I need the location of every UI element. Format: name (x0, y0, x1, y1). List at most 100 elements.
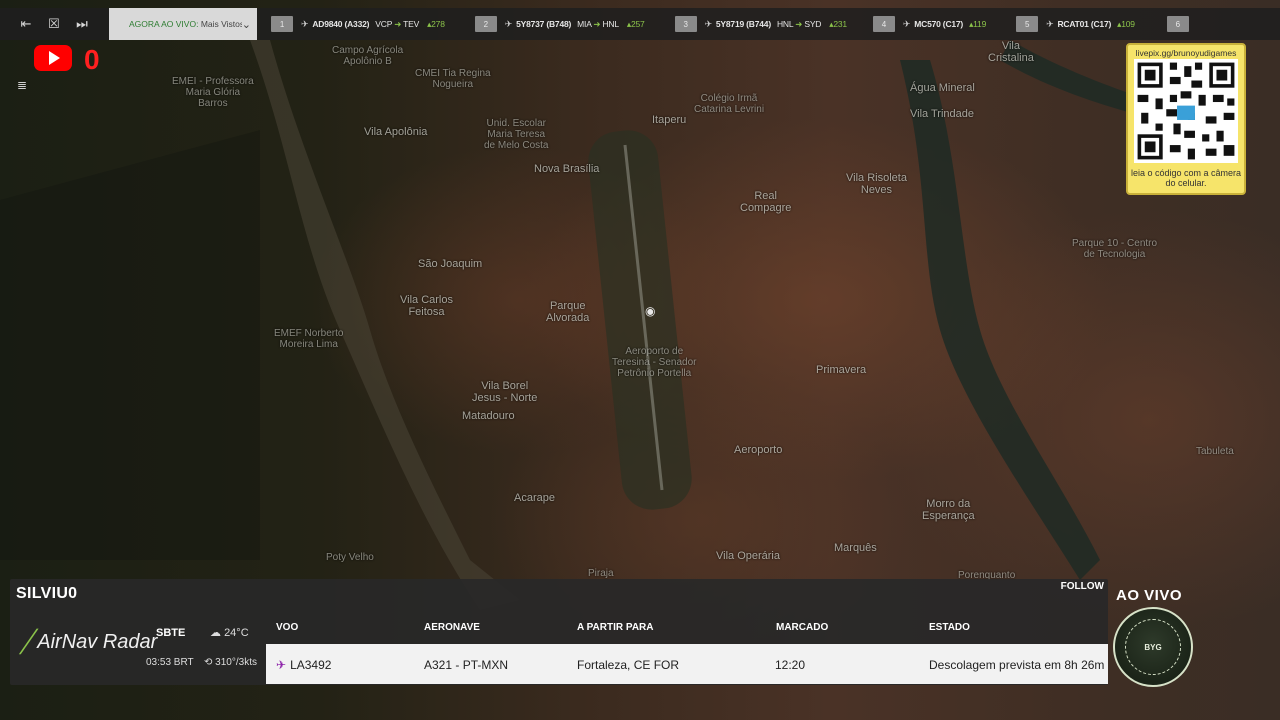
header-flight: VOO (276, 622, 299, 633)
location-pin-icon[interactable]: ◉ (645, 305, 655, 317)
flight-speed: ▴231 (829, 18, 847, 29)
header-aircraft: AERONAVE (424, 622, 480, 633)
map-label: Vila Carlos Feitosa (400, 294, 453, 319)
flight-icon: ✈ (301, 18, 309, 29)
map-label: EMEF Norberto Moreira Lima (274, 328, 344, 350)
scheduled-cell: 12:20 (775, 658, 806, 672)
map-label: Aeroporto de Teresina - Senador Petrônio… (612, 346, 697, 379)
header-scheduled: MARCADO (776, 622, 829, 633)
airnav-radar-logo: ╱ AirNav Radar (19, 629, 158, 655)
wind-icon: ⟲ (204, 657, 213, 668)
cloud-icon: ☁ (210, 627, 221, 639)
flight-route: MIA ➜ HNL (577, 18, 619, 29)
map-label: Aeroporto (734, 444, 783, 456)
map-label: Tabuleta (1196, 446, 1234, 457)
map-menu-icon[interactable]: ≣ (12, 78, 32, 94)
flight-callsign: AD9840 (A332) (312, 19, 370, 29)
chevron-down-icon: ⌄ (241, 18, 251, 31)
flight-ticker-item[interactable]: 5 ✈ RCAT01 (C17) ▴109 (1016, 8, 1135, 40)
flight-route: HNL ➜ SYD (776, 18, 822, 29)
map-label: Primavera (816, 364, 867, 376)
map-label: Vila Cristalina (988, 40, 1034, 65)
flight-index: 4 (872, 16, 895, 32)
temperature: ☁ 24°C (210, 627, 249, 639)
stream-screen: Campo Agrícola Apolônio B EMEI - Profess… (0, 0, 1280, 720)
flight-index: 5 (1016, 16, 1039, 32)
map-label: Parque 10 - Centro de Tecnologia (1072, 238, 1158, 260)
follow-button[interactable]: FOLLOW (1061, 581, 1104, 592)
map-label: Vila Borel Jesus - Norte (472, 380, 538, 405)
flight-route: VCP ➜ TEV (375, 18, 420, 29)
map-label: Campo Agrícola Apolônio B (332, 45, 404, 67)
youtube-counter: 0 (84, 44, 100, 75)
flight-icon: ✈ (1046, 18, 1054, 29)
airnav-logo-icon: ╱ (19, 629, 38, 654)
collapse-panel-icon[interactable]: ⇤ (12, 8, 40, 40)
flight-callsign: 5Y8737 (B748) (516, 19, 572, 29)
map-label: Unid. Escolar Maria Teresa de Melo Costa (484, 118, 549, 151)
fullscreen-icon[interactable]: ☒ (40, 8, 68, 40)
map-label: Vila Apolônia (364, 126, 428, 138)
map-label: Parque Alvorada (546, 300, 590, 325)
map-label: São Joaquim (418, 258, 483, 270)
live-label: AGORA AO VIVO: (129, 19, 199, 29)
flight-speed: ▴257 (626, 18, 645, 29)
route-cell: Fortaleza, CE FOR (577, 658, 680, 672)
aircraft-cell: A321 - PT-MXN (424, 658, 509, 672)
flight-icon: ✈ (704, 18, 713, 29)
live-indicator: AO VIVO (1116, 587, 1183, 604)
header-route: A PARTIR PARA (577, 622, 654, 633)
map-label: Morro da Esperança (922, 498, 975, 523)
flight-info-panel: SILVIU0 FOLLOW ╱ AirNav Radar SBTE 03:53… (10, 579, 1108, 685)
map-label: Vila Trindade (910, 108, 975, 120)
map-label: EMEI - Professora Maria Glória Barros (172, 76, 254, 109)
flight-ticker-item[interactable]: 2 ✈ 5Y8737 (B748) MIA ➜ HNL ▴257 (474, 8, 645, 40)
map-label: Água Mineral (910, 82, 975, 94)
flight-icon: ✈ (504, 18, 513, 29)
header-status: ESTADO (929, 622, 970, 633)
map-label: Nova Brasília (534, 163, 600, 175)
map-label: Itaperu (652, 114, 687, 126)
map-label: Colégio Irmã Catarina Levrini (694, 93, 765, 115)
map-label: Marquês (834, 542, 877, 554)
local-time: 03:53 BRT (146, 657, 194, 668)
live-view-select[interactable]: AGORA AO VIVO: Mais Vistos ⌄ (109, 8, 257, 40)
map-label: Piraja (588, 568, 614, 579)
skip-next-icon[interactable]: ⏭ (68, 8, 96, 40)
qr-donation-card: livepix.gg/brunoyudigames leia o código … (1126, 43, 1246, 195)
flight-callsign: RCAT01 (C17) (1057, 19, 1112, 29)
flight-callsign: 5Y8719 (B744) (715, 19, 771, 29)
map-label: Matadouro (462, 410, 515, 422)
flight-speed: ▴109 (1117, 18, 1135, 29)
airport-code: SBTE (156, 627, 186, 639)
flight-ticker-item[interactable]: 3 ✈ 5Y8719 (B744) HNL ➜ SYD ▴231 (674, 8, 847, 40)
flight-ticker-item[interactable]: 6 (1166, 8, 1197, 40)
qr-code-icon (1134, 59, 1238, 163)
map-label: Real Compagre (740, 190, 792, 215)
flight-index: 6 (1166, 16, 1189, 32)
map-label: Vila Operária (716, 550, 780, 562)
wind: ⟲ 310°/3kts (204, 657, 257, 668)
flight-speed: ▴278 (427, 18, 445, 29)
table-row[interactable]: ✈ LA3492 A321 - PT-MXN Fortaleza, CE FOR … (266, 644, 1108, 684)
flight-ticker-bar: ⇤ ☒ ⏭ AGORA AO VIVO: Mais Vistos ⌄ 1 ✈ A… (0, 8, 1280, 40)
panel-title: SILVIU0 (16, 585, 78, 602)
qr-url: livepix.gg/brunoyudigames (1135, 48, 1237, 58)
map-label: Acarape (514, 492, 555, 504)
airline-icon: ✈ (276, 658, 287, 672)
channel-badge: BYG (1113, 607, 1193, 687)
flight-index: 1 (271, 16, 293, 32)
flight-ticker-item[interactable]: 4 ✈ MC570 (C17) ▴119 (872, 8, 987, 40)
status-cell: Descolagem prevista em 8h 26m (929, 658, 1105, 672)
brand-name: AirNav Radar (37, 630, 158, 653)
live-value: Mais Vistos (200, 19, 242, 29)
map-label: CMEI Tia Regina Nogueira (415, 68, 491, 90)
map-label: Poty Velho (326, 552, 374, 563)
channel-badge-logo: BYG (1125, 619, 1181, 675)
flight-ticker-item[interactable]: 1 ✈ AD9840 (A332) VCP ➜ TEV ▴278 (271, 8, 445, 40)
qr-caption: leia o código com a câmera do celular. (1130, 168, 1242, 188)
flight-speed: ▴119 (969, 18, 987, 29)
flight-icon: ✈ (902, 18, 911, 29)
youtube-logo-icon (34, 45, 72, 71)
flight-index: 3 (674, 16, 697, 32)
